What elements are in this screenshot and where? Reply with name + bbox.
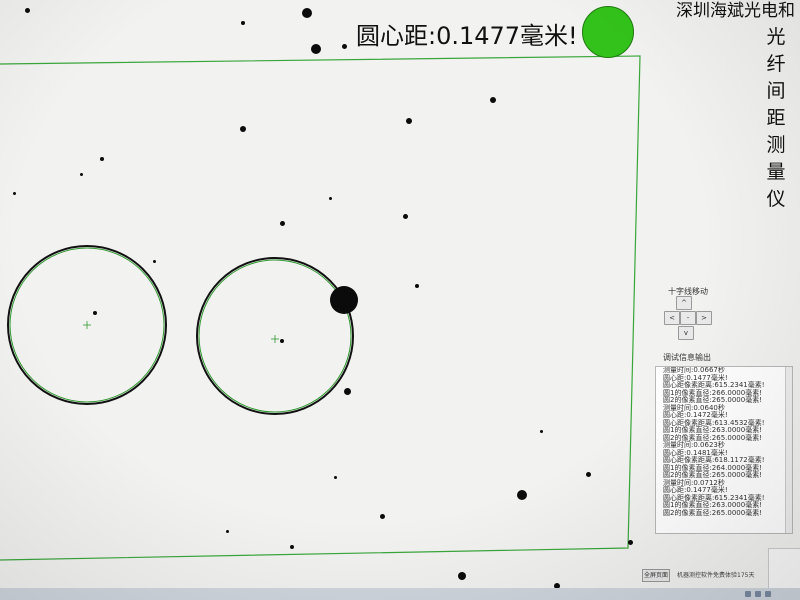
taskbar: [0, 588, 800, 600]
app-title-char: 间: [766, 80, 786, 102]
dust-speck: [406, 118, 412, 124]
dust-speck: [311, 44, 321, 54]
dust-speck: [290, 545, 294, 549]
dust-speck: [517, 490, 527, 500]
dust-speck: [302, 8, 312, 18]
dust-speck: [334, 476, 337, 479]
dust-speck: [540, 430, 543, 433]
app-title-char: 光: [766, 26, 786, 48]
log-scrollbar[interactable]: [785, 367, 792, 533]
fullscreen-button[interactable]: 全屏页面: [642, 569, 670, 582]
crosshair-icon: [83, 321, 91, 329]
roi-outline: [0, 55, 641, 561]
dust-speck: [329, 197, 332, 200]
dust-speck: [280, 339, 284, 343]
debug-log[interactable]: 测量时间:0.0667秒 圆心距:0.1477毫米! 圆心距像素距离:615.2…: [655, 366, 793, 534]
app-title: 光 纤 间 距 测 量 仪: [764, 24, 788, 213]
dust-speck: [628, 540, 633, 545]
dust-speck: [490, 97, 496, 103]
trial-status-text: 机器测控软件免费体验175天: [677, 572, 755, 579]
log-line: 圆2的像素直径:265.0000毫素!: [663, 508, 763, 517]
dust-speck: [240, 126, 246, 132]
crosshair-right-button[interactable]: >: [696, 311, 712, 325]
dust-speck: [403, 214, 408, 219]
dust-speck: [344, 388, 351, 395]
measurement-result-label: 圆心距:0.1477毫米!: [356, 22, 578, 50]
tray-icon[interactable]: [745, 591, 751, 597]
crosshair-down-button[interactable]: v: [678, 326, 694, 340]
crosshair-icon: [271, 335, 279, 343]
dust-speck: [153, 260, 156, 263]
side-panel-corner: [768, 548, 800, 589]
company-name: 深圳海斌光电和: [676, 1, 795, 21]
dust-speck: [13, 192, 16, 195]
dust-speck: [226, 530, 229, 533]
dust-speck: [25, 8, 30, 13]
dust-speck: [280, 221, 285, 226]
tray-icon[interactable]: [755, 591, 761, 597]
status-indicator-icon: [582, 6, 634, 58]
app-title-char: 测: [766, 134, 786, 156]
crosshair-center-button[interactable]: -: [680, 311, 696, 325]
dust-speck: [100, 157, 104, 161]
app-title-char: 仪: [766, 188, 786, 210]
dust-speck: [342, 44, 347, 49]
dust-speck: [380, 514, 385, 519]
app-title-char: 纤: [766, 53, 786, 75]
dust-speck: [241, 21, 245, 25]
dust-speck: [80, 173, 83, 176]
tray-icon[interactable]: [765, 591, 771, 597]
app-title-char: 距: [766, 107, 786, 129]
debris-particle: [330, 286, 358, 314]
dust-speck: [415, 284, 419, 288]
crosshair-left-button[interactable]: <: [664, 311, 680, 325]
dust-speck: [458, 572, 466, 580]
dust-speck: [586, 472, 591, 477]
debug-panel-title: 调试信息输出: [663, 353, 711, 362]
dust-speck: [93, 311, 97, 315]
crosshair-up-button[interactable]: ^: [676, 296, 692, 310]
app-title-char: 量: [766, 161, 786, 183]
